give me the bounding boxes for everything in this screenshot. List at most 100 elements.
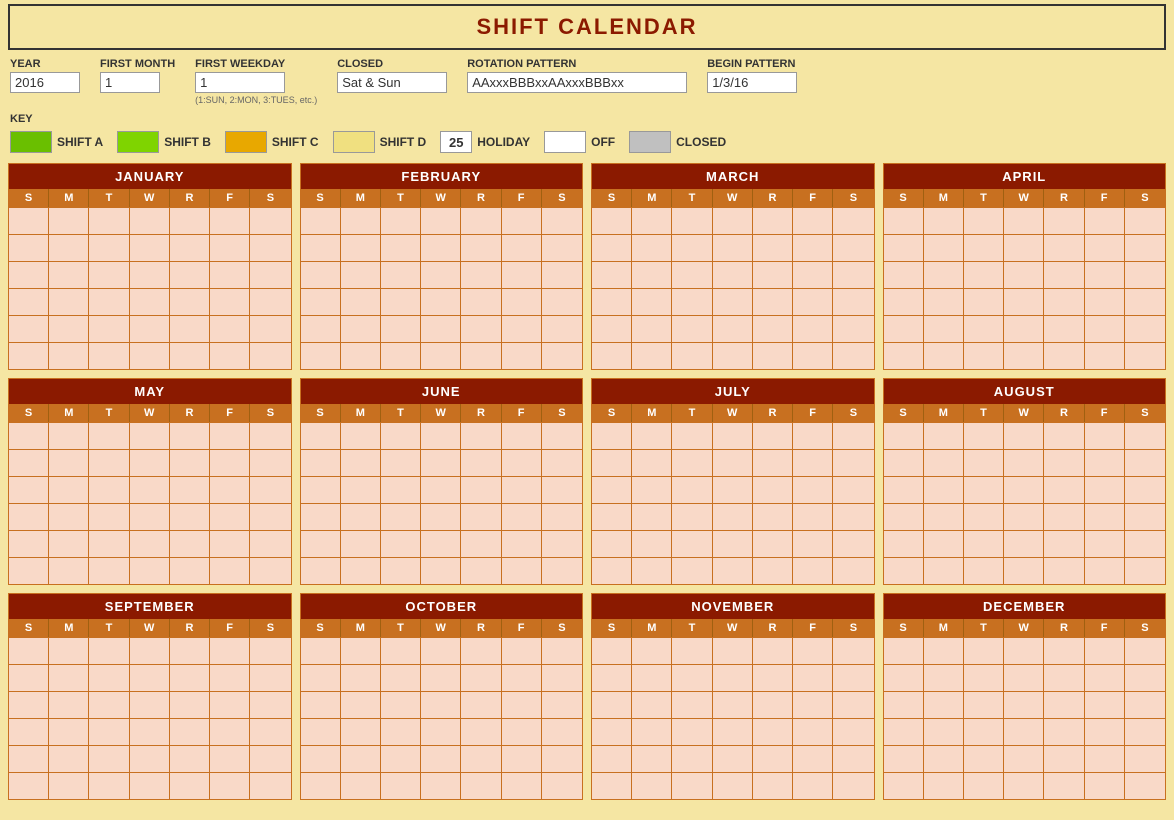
day-header: M	[341, 189, 381, 207]
day-cell	[170, 450, 210, 476]
day-cell	[672, 235, 712, 261]
day-cell	[89, 719, 129, 745]
shift-b-swatch	[117, 131, 159, 153]
day-cell	[884, 262, 924, 288]
day-cell	[341, 208, 381, 234]
day-cell	[502, 316, 542, 342]
day-cell	[753, 692, 793, 718]
day-cell	[461, 638, 501, 664]
day-cell	[9, 316, 49, 342]
day-cell	[89, 343, 129, 369]
day-header: T	[964, 404, 1004, 422]
week-row	[301, 557, 583, 584]
day-cell	[713, 746, 753, 772]
week-row	[884, 772, 1166, 799]
day-header: T	[89, 189, 129, 207]
first-weekday-input[interactable]	[195, 72, 285, 93]
day-cell	[672, 504, 712, 530]
day-cell	[49, 638, 89, 664]
day-header: S	[542, 189, 582, 207]
day-cell	[632, 477, 672, 503]
week-row	[884, 503, 1166, 530]
day-cell	[793, 343, 833, 369]
day-header: M	[49, 189, 89, 207]
day-cell	[381, 477, 421, 503]
day-cell	[1044, 477, 1084, 503]
first-month-input[interactable]	[100, 72, 160, 93]
day-header: R	[170, 619, 210, 637]
day-header: S	[833, 619, 873, 637]
day-header: S	[592, 404, 632, 422]
day-header: T	[964, 189, 1004, 207]
day-cell	[1004, 423, 1044, 449]
day-header: F	[210, 404, 250, 422]
day-cell	[632, 316, 672, 342]
day-cell	[713, 343, 753, 369]
month-calendar-january: JANUARYSMTWRFS	[8, 163, 292, 370]
shift-a-key: SHIFT A	[10, 131, 103, 153]
day-cell	[542, 665, 582, 691]
week-row	[9, 691, 291, 718]
day-cell	[793, 316, 833, 342]
day-cell	[301, 343, 341, 369]
year-input[interactable]	[10, 72, 80, 93]
week-row	[301, 342, 583, 369]
day-cell	[461, 665, 501, 691]
closed-input[interactable]	[337, 72, 447, 93]
day-cell	[753, 504, 793, 530]
day-cell	[502, 746, 542, 772]
week-row	[884, 637, 1166, 664]
day-header: S	[250, 619, 290, 637]
day-cell	[301, 558, 341, 584]
day-cell	[170, 208, 210, 234]
day-cell	[592, 558, 632, 584]
calendar-body	[884, 422, 1166, 584]
day-header: W	[1004, 189, 1044, 207]
day-header: S	[250, 404, 290, 422]
day-cell	[1085, 504, 1125, 530]
day-cell	[1085, 316, 1125, 342]
rotation-group: ROTATION PATTERN	[467, 58, 687, 93]
day-cell	[632, 450, 672, 476]
shift-d-key: SHIFT D	[333, 131, 427, 153]
day-cell	[713, 423, 753, 449]
month-header-may: MAY	[9, 379, 291, 404]
day-cell	[964, 719, 1004, 745]
day-cell	[964, 423, 1004, 449]
rotation-input[interactable]	[467, 72, 687, 93]
day-cell	[421, 719, 461, 745]
day-cell	[301, 477, 341, 503]
day-cell	[1044, 343, 1084, 369]
day-cell	[753, 746, 793, 772]
day-cell	[341, 450, 381, 476]
day-cell	[170, 235, 210, 261]
day-cell	[793, 504, 833, 530]
begin-input[interactable]	[707, 72, 797, 93]
day-header: S	[301, 404, 341, 422]
day-cell	[542, 208, 582, 234]
day-cell	[713, 665, 753, 691]
month-calendar-february: FEBRUARYSMTWRFS	[300, 163, 584, 370]
day-cell	[49, 235, 89, 261]
day-cell	[672, 746, 712, 772]
week-row	[884, 476, 1166, 503]
day-cell	[301, 504, 341, 530]
day-cell	[884, 343, 924, 369]
day-cell	[381, 343, 421, 369]
day-cell	[130, 665, 170, 691]
day-header: T	[672, 619, 712, 637]
day-cell	[9, 262, 49, 288]
month-calendar-october: OCTOBERSMTWRFS	[300, 593, 584, 800]
day-cell	[833, 746, 873, 772]
day-cell	[542, 477, 582, 503]
day-header: W	[130, 619, 170, 637]
day-cell	[341, 289, 381, 315]
day-cell	[210, 343, 250, 369]
holiday-swatch: 25	[440, 131, 472, 153]
day-cell	[753, 423, 793, 449]
day-header: S	[542, 404, 582, 422]
week-row	[592, 207, 874, 234]
day-cell	[924, 773, 964, 799]
day-cell	[1044, 450, 1084, 476]
month-header-august: AUGUST	[884, 379, 1166, 404]
